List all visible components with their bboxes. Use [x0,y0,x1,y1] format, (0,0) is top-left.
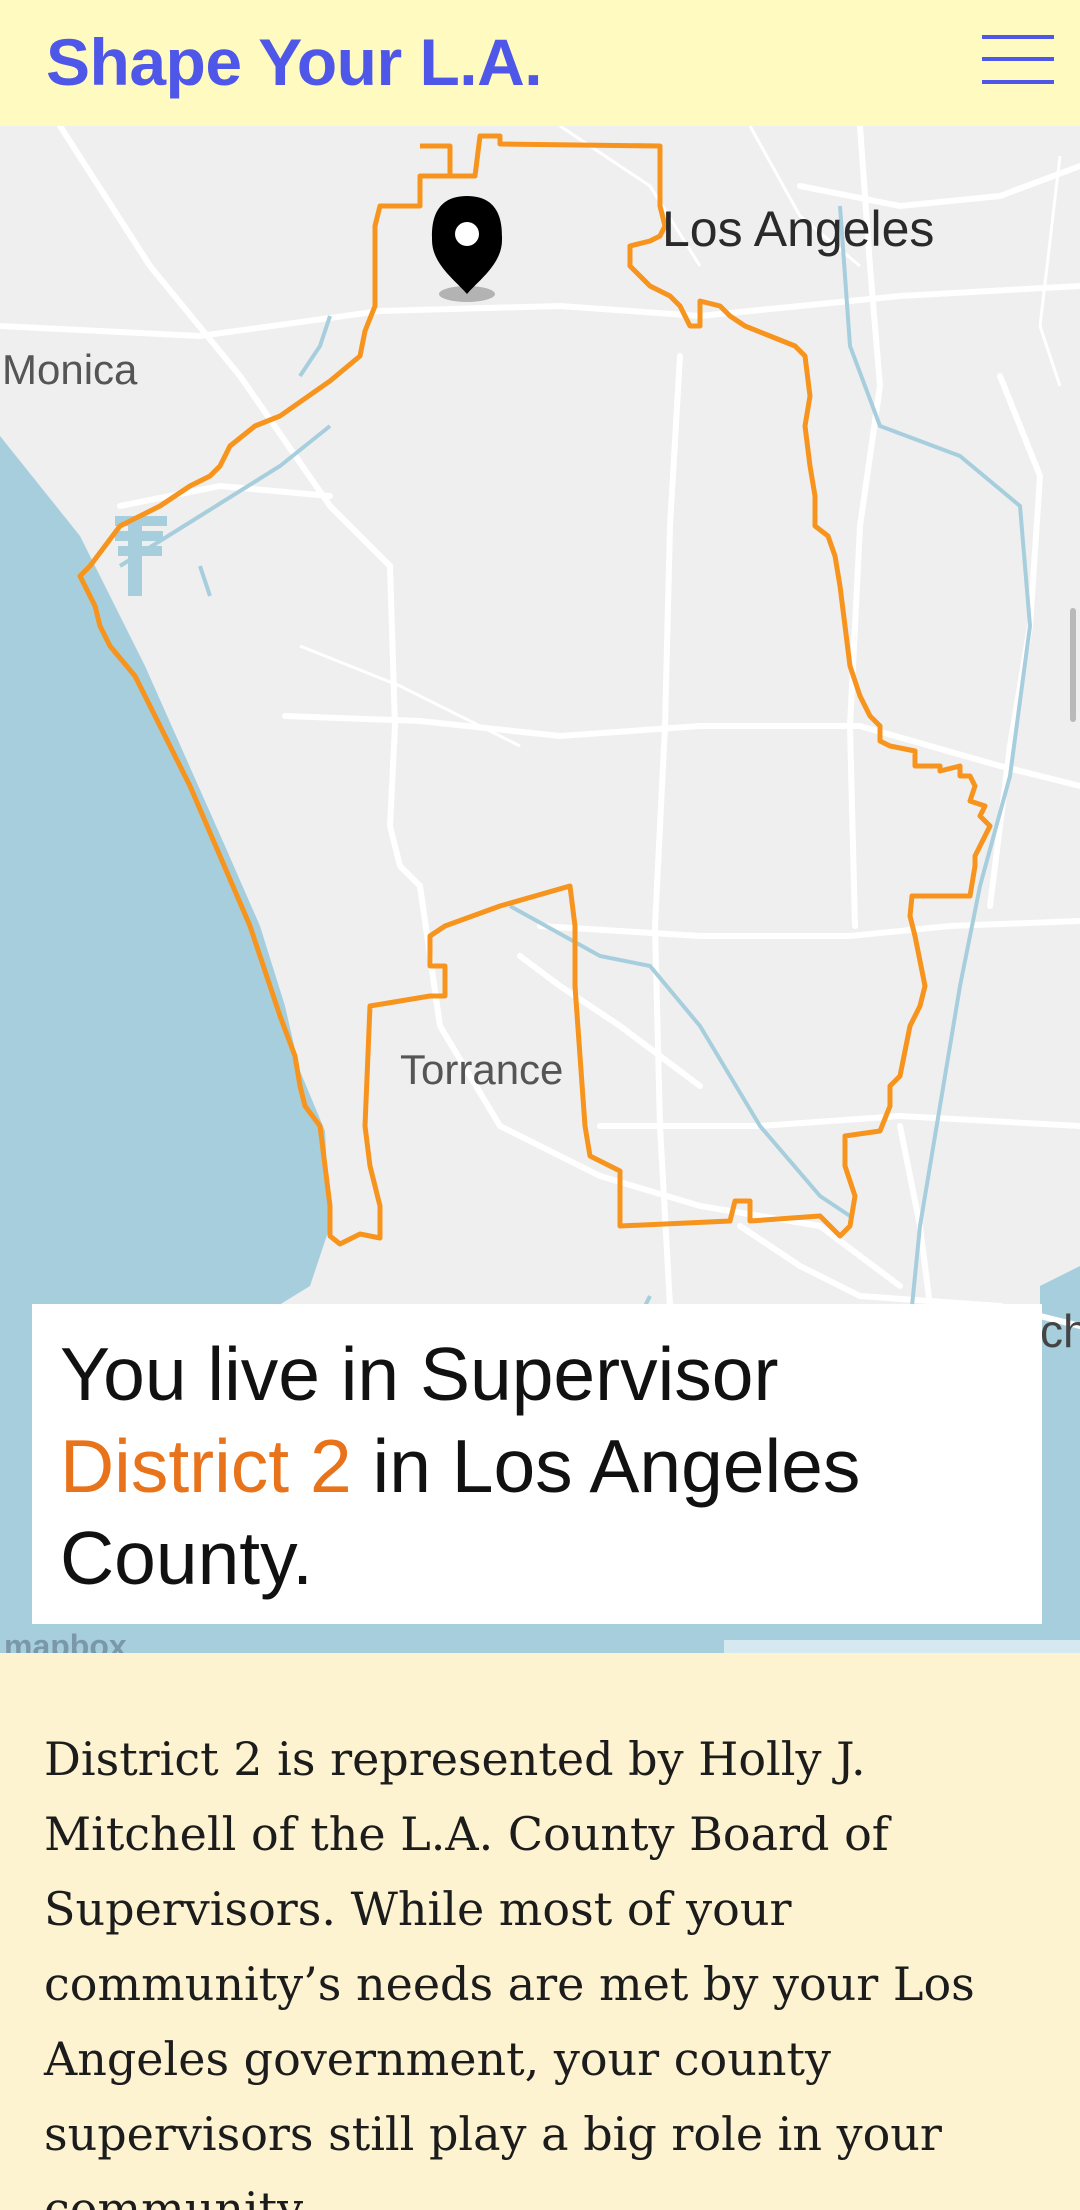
result-prefix: You live in Supervisor [60,1332,779,1416]
map-label-santa-monica: Monica [2,346,138,393]
ocean-area [0,436,330,1430]
marina [115,516,167,596]
district-description: District 2 is represented by Holly J. Mi… [44,1732,975,2210]
map-attribution[interactable] [724,1640,1080,1653]
scrollbar-thumb[interactable] [1070,608,1076,722]
map-label-partial: ch [1040,1305,1080,1357]
district-result-card: You live in Supervisor District 2 in Los… [32,1304,1042,1624]
menu-line [982,57,1054,61]
map-pin-icon[interactable] [431,196,503,302]
district-name: District 2 [60,1424,352,1508]
map-label-los-angeles: Los Angeles [662,201,935,257]
top-bar: Shape Your L.A. [0,0,1080,126]
menu-line [982,35,1054,39]
site-title[interactable]: Shape Your L.A. [46,22,543,102]
hamburger-menu-icon[interactable] [982,30,1054,90]
mapbox-logo[interactable]: mapbox [4,1628,127,1653]
menu-line [982,80,1054,84]
map-label-torrance: Torrance [400,1046,564,1093]
